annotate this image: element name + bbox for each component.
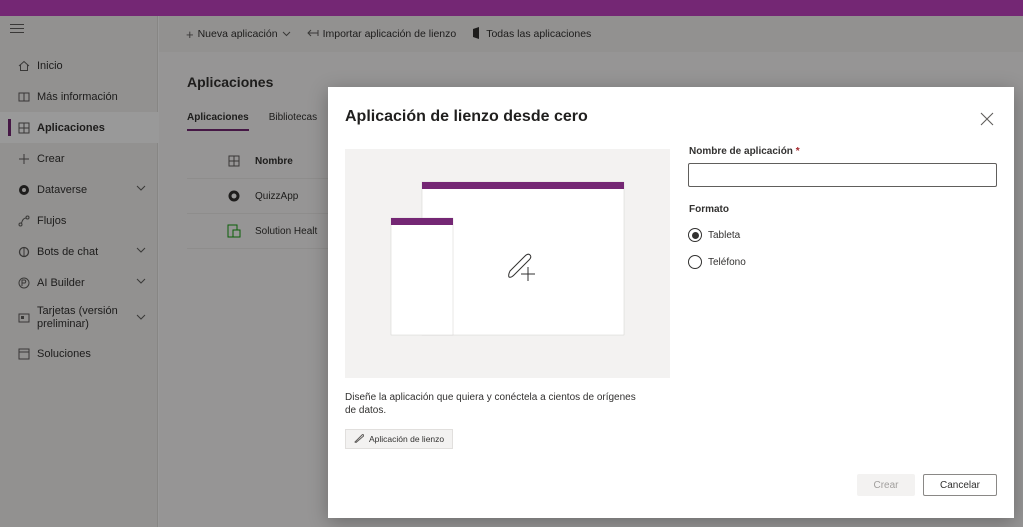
canvas-app-tag-button[interactable]: Aplicación de lienzo <box>345 429 454 449</box>
format-option-label: Tableta <box>708 229 741 241</box>
format-label: Formato <box>689 204 729 215</box>
format-option-phone[interactable]: Teléfono <box>688 255 746 269</box>
radio-selected-icon[interactable] <box>688 228 702 242</box>
app-header-bar <box>0 0 1023 16</box>
dialog-title: Aplicación de lienzo desde cero <box>345 108 588 125</box>
dialog-description: Diseñe la aplicación que quiera y conéct… <box>345 392 636 416</box>
format-option-label: Teléfono <box>708 256 746 268</box>
format-option-tablet[interactable]: Tableta <box>688 228 740 242</box>
canvas-preview-illustration <box>345 149 670 378</box>
blank-canvas-app-dialog: Aplicación de lienzo desde cero Diseñe l… <box>328 87 1014 518</box>
required-asterisk: * <box>795 146 800 157</box>
cancel-button[interactable]: Cancelar <box>923 474 997 496</box>
brush-icon <box>354 433 365 445</box>
radio-unselected-icon[interactable] <box>688 255 702 269</box>
app-name-label-text: Nombre de aplicación <box>689 146 793 157</box>
app-name-input[interactable] <box>688 163 997 187</box>
create-button[interactable]: Crear <box>857 474 915 496</box>
close-icon[interactable] <box>977 109 997 129</box>
canvas-app-tag-label: Aplicación de lienzo <box>369 434 445 444</box>
app-name-label: Nombre de aplicación * <box>689 146 800 157</box>
